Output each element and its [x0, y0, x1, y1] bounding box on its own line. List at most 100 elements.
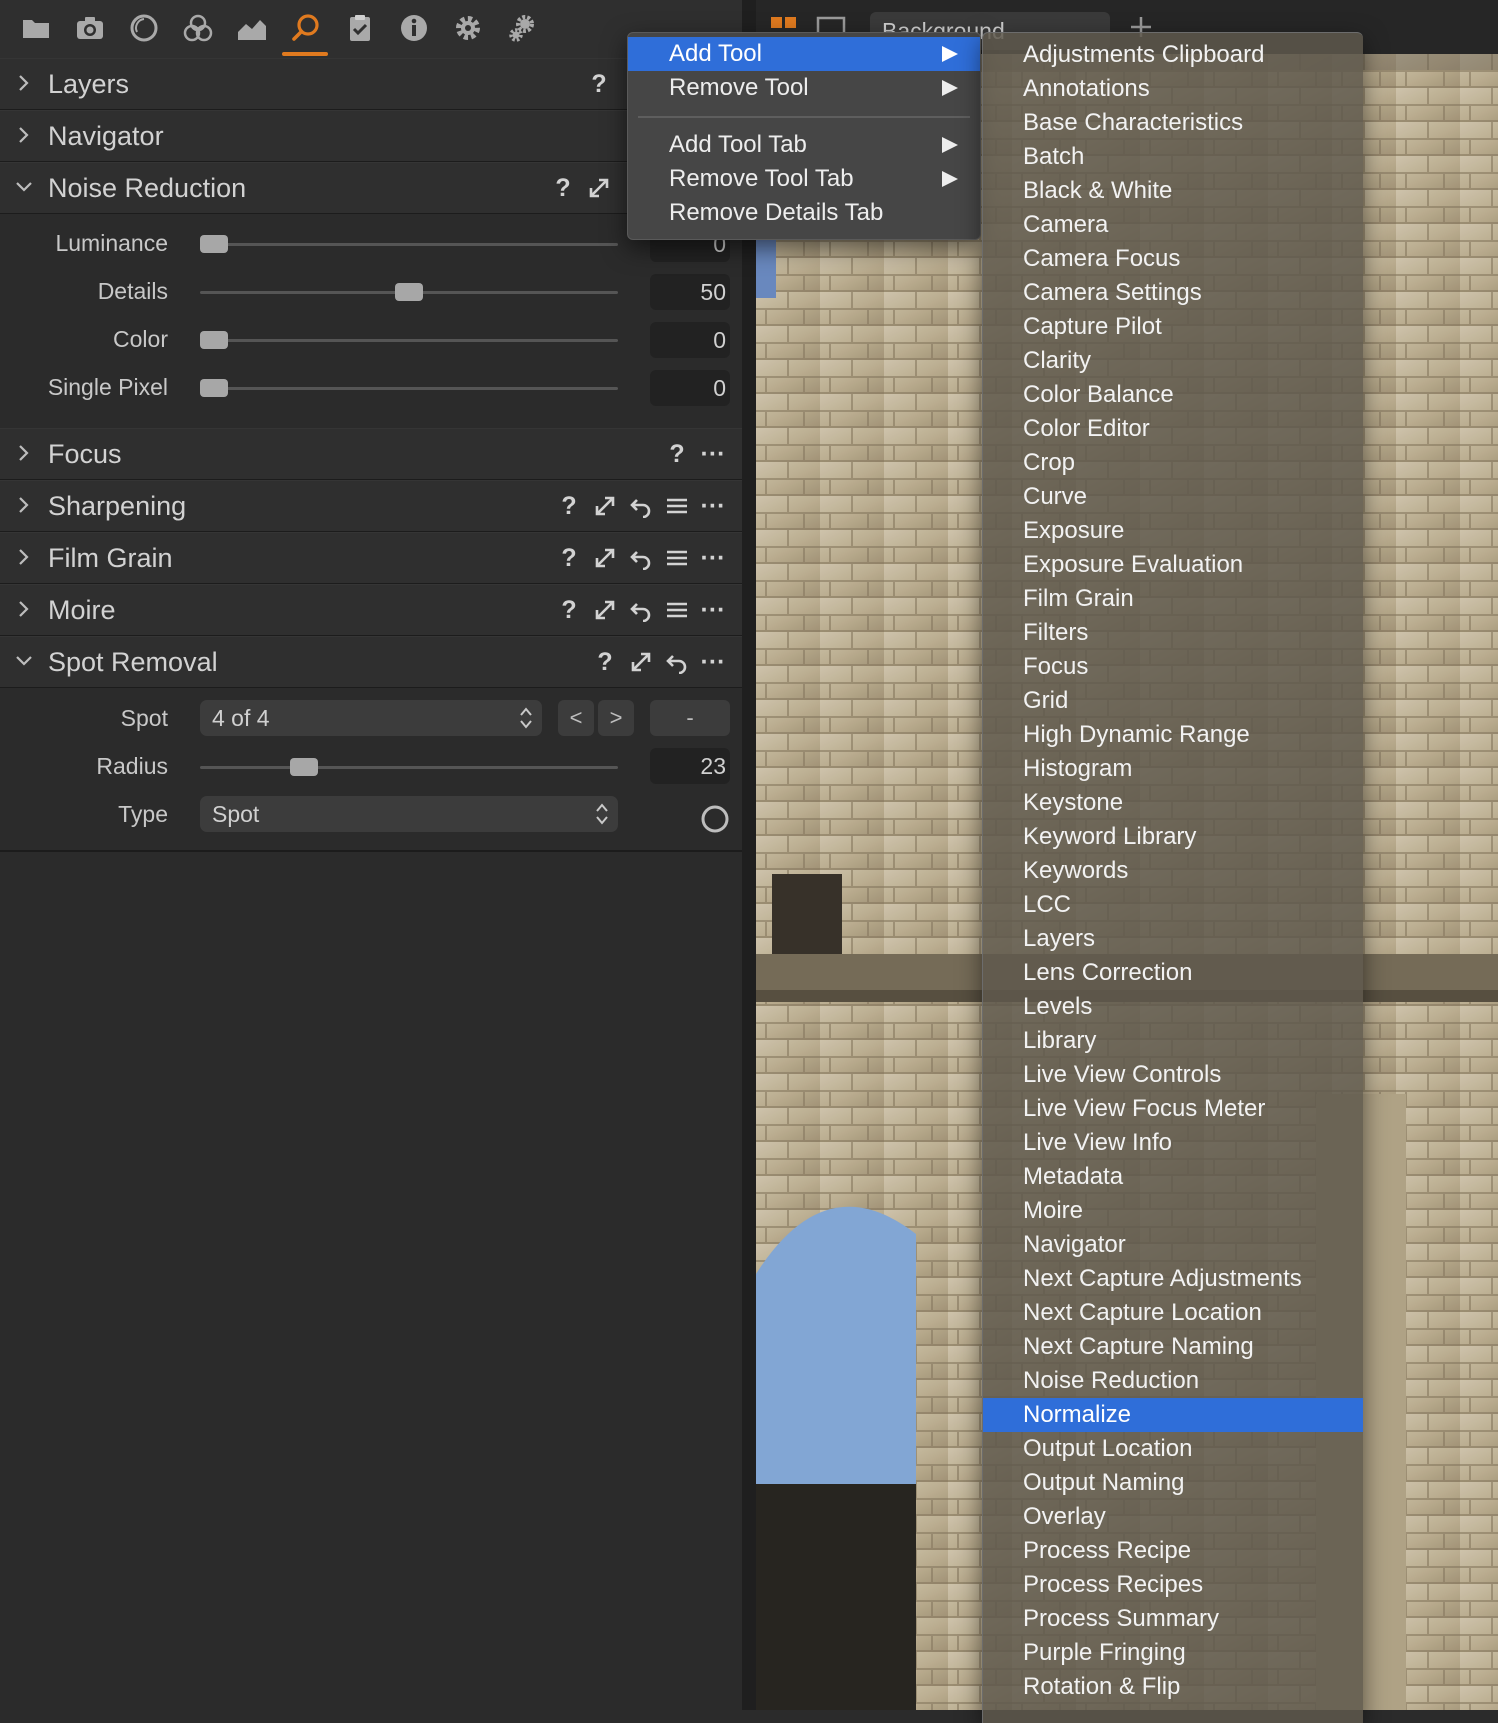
expand-icon[interactable] — [586, 175, 612, 201]
details-value[interactable]: 50 — [650, 274, 730, 310]
submenu-item-navigator[interactable]: Navigator — [983, 1228, 1363, 1262]
expand-icon[interactable] — [592, 597, 618, 623]
spot-circle-icon[interactable] — [700, 804, 730, 834]
slider-thumb[interactable] — [200, 331, 228, 349]
more-icon[interactable]: ··· — [700, 596, 726, 624]
submenu-item-layers[interactable]: Layers — [983, 922, 1363, 956]
expand-icon[interactable] — [628, 649, 654, 675]
submenu-item-filters[interactable]: Filters — [983, 616, 1363, 650]
menu-item-add-tool-tab[interactable]: Add Tool Tab — [628, 128, 980, 162]
color-circles-icon[interactable] — [180, 10, 216, 46]
chevron-right-icon[interactable] — [14, 547, 34, 567]
submenu-item-levels[interactable]: Levels — [983, 990, 1363, 1024]
submenu-item-crop[interactable]: Crop — [983, 446, 1363, 480]
help-icon[interactable]: ? — [556, 492, 582, 520]
submenu-item-curve[interactable]: Curve — [983, 480, 1363, 514]
submenu-item-exposure[interactable]: Exposure — [983, 514, 1363, 548]
submenu-item-next-capture-naming[interactable]: Next Capture Naming — [983, 1330, 1363, 1364]
section-header-moire[interactable]: Moire ? ··· — [0, 584, 742, 637]
expand-icon[interactable] — [592, 493, 618, 519]
submenu-item-keyword-library[interactable]: Keyword Library — [983, 820, 1363, 854]
submenu-item-metadata[interactable]: Metadata — [983, 1160, 1363, 1194]
luminance-slider[interactable] — [200, 235, 618, 253]
menu-item-add-tool[interactable]: Add Tool — [628, 37, 980, 71]
submenu-item-histogram[interactable]: Histogram — [983, 752, 1363, 786]
previous-spot-button[interactable]: < — [558, 700, 594, 736]
submenu-item-focus[interactable]: Focus — [983, 650, 1363, 684]
info-icon[interactable] — [396, 10, 432, 46]
color-value[interactable]: 0 — [650, 322, 730, 358]
presets-icon[interactable] — [664, 493, 690, 519]
submenu-item-lens-correction[interactable]: Lens Correction — [983, 956, 1363, 990]
panel-divider[interactable] — [742, 0, 756, 1710]
gears-icon[interactable] — [504, 10, 540, 46]
section-header-spot-removal[interactable]: Spot Removal ? ··· — [0, 636, 742, 689]
submenu-item-library[interactable]: Library — [983, 1024, 1363, 1058]
submenu-item-rotation-and-flip[interactable]: Rotation & Flip — [983, 1670, 1363, 1704]
histogram-icon[interactable] — [234, 10, 270, 46]
submenu-item-live-view-info[interactable]: Live View Info — [983, 1126, 1363, 1160]
submenu-item-output-naming[interactable]: Output Naming — [983, 1466, 1363, 1500]
single-pixel-value[interactable]: 0 — [650, 370, 730, 406]
spot-select[interactable]: 4 of 4 — [200, 700, 542, 736]
chevron-right-icon[interactable] — [14, 495, 34, 515]
search-icon[interactable] — [288, 10, 324, 46]
slider-thumb[interactable] — [200, 379, 228, 397]
submenu-item-next-capture-location[interactable]: Next Capture Location — [983, 1296, 1363, 1330]
type-select[interactable]: Spot — [200, 796, 618, 832]
section-header-film-grain[interactable]: Film Grain ? ··· — [0, 532, 742, 585]
submenu-item-annotations[interactable]: Annotations — [983, 72, 1363, 106]
folder-icon[interactable] — [18, 10, 54, 46]
submenu-item-camera-settings[interactable]: Camera Settings — [983, 276, 1363, 310]
chevron-down-icon[interactable] — [14, 651, 34, 671]
camera-icon[interactable] — [72, 10, 108, 46]
more-icon[interactable]: ··· — [700, 544, 726, 572]
help-icon[interactable]: ? — [556, 596, 582, 624]
help-icon[interactable]: ? — [556, 544, 582, 572]
menu-item-remove-details-tab[interactable]: Remove Details Tab — [628, 196, 980, 230]
submenu-item-normalize[interactable]: Normalize — [983, 1398, 1363, 1432]
chevron-right-icon[interactable] — [14, 125, 34, 145]
submenu-item-purple-fringing[interactable]: Purple Fringing — [983, 1636, 1363, 1670]
slider-thumb[interactable] — [395, 283, 423, 301]
submenu-item-moire[interactable]: Moire — [983, 1194, 1363, 1228]
submenu-item-batch[interactable]: Batch — [983, 140, 1363, 174]
submenu-item-next-capture-adjustments[interactable]: Next Capture Adjustments — [983, 1262, 1363, 1296]
circle-icon[interactable] — [126, 10, 162, 46]
chevron-right-icon[interactable] — [14, 73, 34, 93]
help-icon[interactable]: ? — [592, 648, 618, 676]
radius-slider[interactable] — [200, 758, 618, 776]
slider-thumb[interactable] — [200, 235, 228, 253]
submenu-item-capture-pilot[interactable]: Capture Pilot — [983, 310, 1363, 344]
chevron-right-icon[interactable] — [14, 599, 34, 619]
help-icon[interactable]: ? — [586, 70, 612, 98]
submenu-item-overlay[interactable]: Overlay — [983, 1500, 1363, 1534]
submenu-item-lcc[interactable]: LCC — [983, 888, 1363, 922]
submenu-item-adjustments-clipboard[interactable]: Adjustments Clipboard — [983, 38, 1363, 72]
submenu-item-live-view-controls[interactable]: Live View Controls — [983, 1058, 1363, 1092]
remove-spot-button[interactable]: - — [650, 700, 730, 736]
reset-icon[interactable] — [628, 493, 654, 519]
submenu-item-process-recipes[interactable]: Process Recipes — [983, 1568, 1363, 1602]
single-pixel-slider[interactable] — [200, 379, 618, 397]
menu-item-remove-tool[interactable]: Remove Tool — [628, 71, 980, 105]
submenu-item-grid[interactable]: Grid — [983, 684, 1363, 718]
details-slider[interactable] — [200, 283, 618, 301]
slider-thumb[interactable] — [290, 758, 318, 776]
radius-value[interactable]: 23 — [650, 748, 730, 784]
help-icon[interactable]: ? — [664, 440, 690, 468]
submenu-item-camera[interactable]: Camera — [983, 208, 1363, 242]
gear-icon[interactable] — [450, 10, 486, 46]
submenu-item-color-editor[interactable]: Color Editor — [983, 412, 1363, 446]
submenu-item-high-dynamic-range[interactable]: High Dynamic Range — [983, 718, 1363, 752]
reset-icon[interactable] — [664, 649, 690, 675]
submenu-item-black-and-white[interactable]: Black & White — [983, 174, 1363, 208]
section-header-focus[interactable]: Focus ? ··· — [0, 428, 742, 481]
submenu-item-film-grain[interactable]: Film Grain — [983, 582, 1363, 616]
submenu-item-camera-focus[interactable]: Camera Focus — [983, 242, 1363, 276]
next-spot-button[interactable]: > — [598, 700, 634, 736]
submenu-item-noise-reduction[interactable]: Noise Reduction — [983, 1364, 1363, 1398]
section-header-sharpening[interactable]: Sharpening ? ··· — [0, 480, 742, 533]
submenu-item-process-summary[interactable]: Process Summary — [983, 1602, 1363, 1636]
clipboard-check-icon[interactable] — [342, 10, 378, 46]
